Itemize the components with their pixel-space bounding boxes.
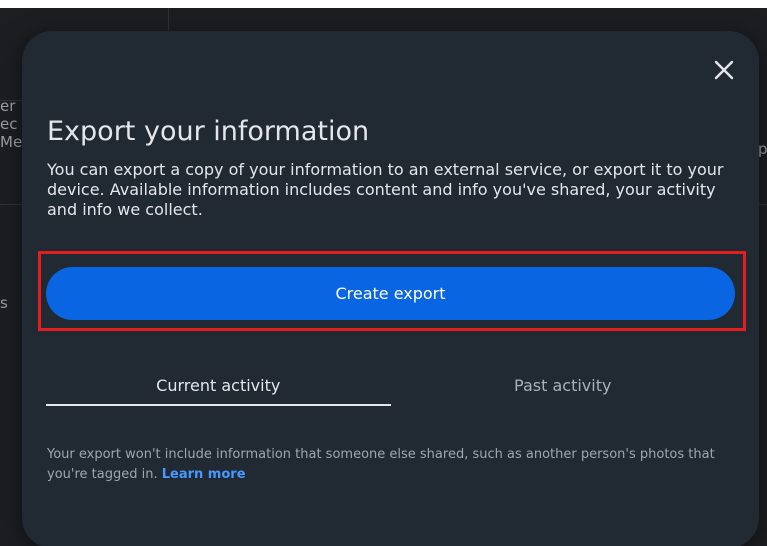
background-text: p xyxy=(758,140,767,158)
background-text: s xyxy=(0,294,8,312)
activity-tabs: Current activity Past activity xyxy=(46,368,735,406)
background-divider xyxy=(0,204,22,205)
learn-more-link[interactable]: Learn more xyxy=(162,467,246,482)
create-export-button[interactable]: Create export xyxy=(46,267,735,320)
close-button[interactable] xyxy=(712,58,736,82)
background-text: er xyxy=(0,97,16,115)
footnote-text: Your export won't include information th… xyxy=(47,447,715,482)
tab-label: Past activity xyxy=(514,376,612,395)
tab-current-activity[interactable]: Current activity xyxy=(46,368,391,406)
export-footnote: Your export won't include information th… xyxy=(47,445,742,485)
tab-past-activity[interactable]: Past activity xyxy=(391,368,736,406)
dialog-description: You can export a copy of your informatio… xyxy=(47,160,724,219)
tab-label: Current activity xyxy=(156,376,281,395)
background-page: er ec Me s p Export your information You… xyxy=(0,8,767,546)
background-text: Me xyxy=(0,133,23,151)
background-text: ec xyxy=(0,115,18,133)
dialog-title: Export your information xyxy=(47,116,370,147)
close-icon xyxy=(714,60,734,80)
